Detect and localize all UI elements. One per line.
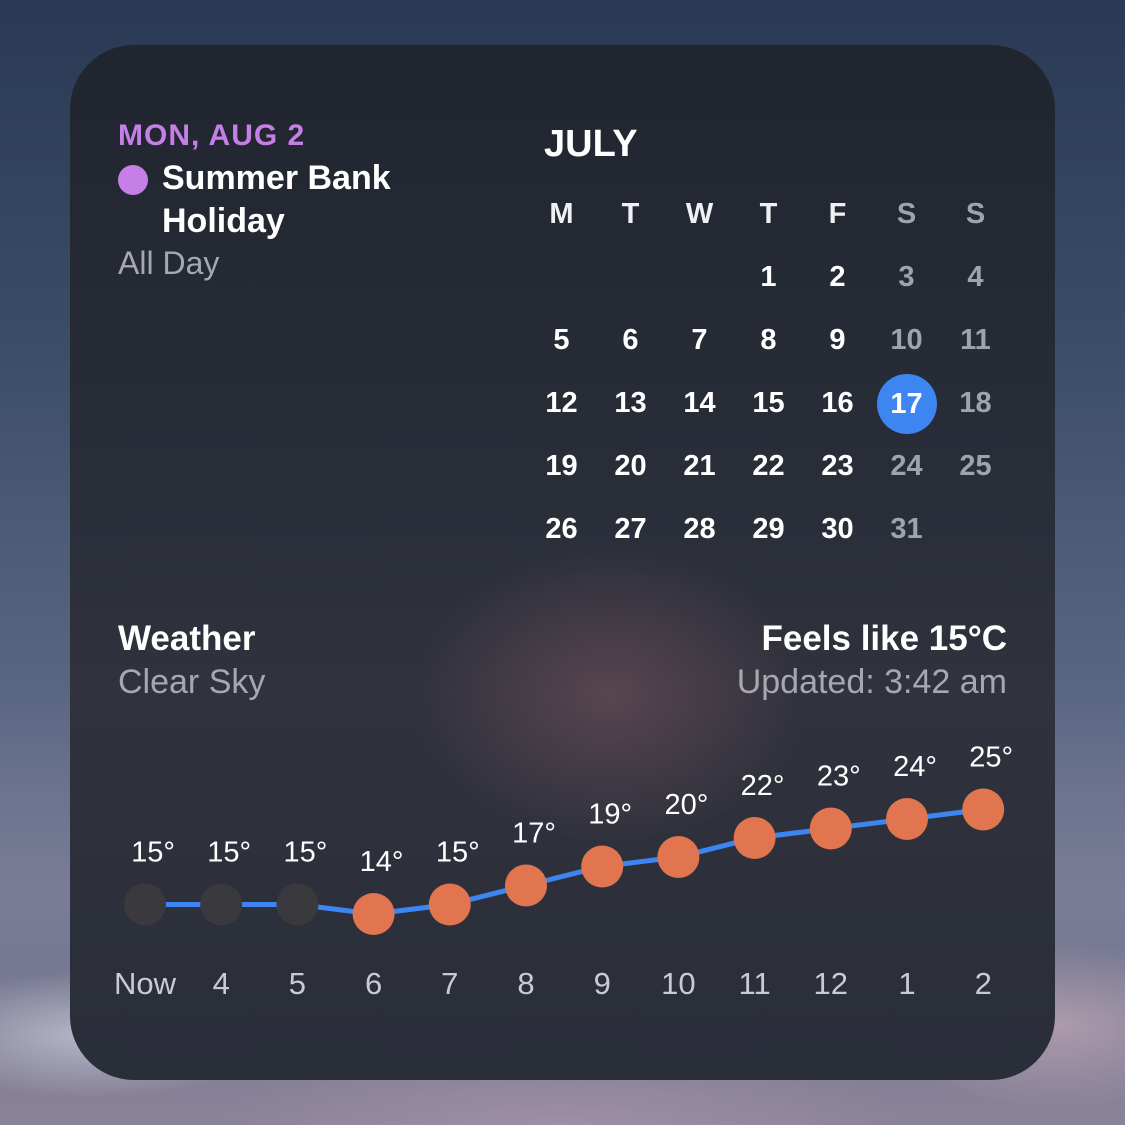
temperature-point <box>352 893 395 935</box>
temperature-point <box>733 817 776 859</box>
hour-tick-label: 6 <box>365 966 382 1001</box>
calendar-weather-widget[interactable]: MON, AUG 2 Summer Bank Holiday All Day J… <box>70 45 1055 1080</box>
hour-tick-label: 5 <box>289 966 306 1001</box>
temperature-label: 15° <box>207 837 251 869</box>
temperature-point <box>428 883 471 926</box>
temperature-point <box>886 798 928 840</box>
temperature-point <box>200 883 243 926</box>
temperature-point <box>124 883 166 926</box>
temperature-point <box>657 836 700 878</box>
temperature-label: 15° <box>436 837 480 869</box>
hour-tick-label: 2 <box>975 966 992 1001</box>
temperature-line <box>145 807 984 917</box>
temperature-label: 14° <box>360 846 404 878</box>
hour-tick-label: 12 <box>814 966 848 1001</box>
temperature-label: 15° <box>131 837 175 869</box>
hour-tick-label: Now <box>114 966 177 1001</box>
temperature-label: 15° <box>283 837 327 869</box>
temperature-label: 22° <box>741 770 785 802</box>
hour-tick-label: 10 <box>661 966 695 1001</box>
temperature-point <box>809 807 852 850</box>
temperature-label: 19° <box>588 799 632 831</box>
hour-tick-label: 8 <box>517 966 534 1001</box>
hour-tick-label: 9 <box>594 966 611 1001</box>
temperature-label: 20° <box>664 789 708 821</box>
hour-tick-label: 4 <box>213 966 230 1001</box>
temperature-point <box>962 788 1005 831</box>
temperature-label: 24° <box>893 751 937 783</box>
temperature-label: 25° <box>969 742 1013 774</box>
temperature-label: 23° <box>817 761 861 793</box>
hour-tick-label: 7 <box>441 966 458 1001</box>
temperature-point <box>581 845 624 888</box>
hourly-temperature-chart: 15°Now15°415°514°615°717°819°920°1022°11… <box>114 742 1013 1002</box>
hour-tick-label: 1 <box>898 966 915 1001</box>
temperature-point <box>505 864 547 907</box>
hour-tick-label: 11 <box>739 966 771 1001</box>
temperature-point <box>276 883 319 926</box>
temperature-label: 17° <box>512 818 556 850</box>
